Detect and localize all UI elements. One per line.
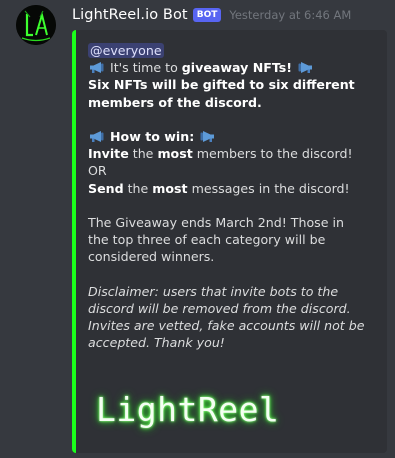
send-rest: messages in the discord! bbox=[187, 180, 350, 196]
embed-description: @everyone It's time to giveaway NFTs! Si… bbox=[88, 42, 378, 352]
giveaway-line: the top three of each category will be bbox=[88, 232, 326, 248]
disclaimer-line: Invites are vetted, fake accounts will n… bbox=[88, 318, 365, 334]
bot-avatar[interactable] bbox=[16, 5, 56, 45]
embed-accent-bar bbox=[72, 30, 76, 453]
invite-bold: Invite bbox=[88, 146, 129, 162]
gift-line-1: Six NFTs will be gifted to six different bbox=[88, 77, 355, 93]
invite-text: the bbox=[128, 146, 158, 162]
invite-line: Invite the most members to the discord! bbox=[88, 145, 378, 162]
disclaimer-line: accepted. Thank you! bbox=[88, 335, 225, 351]
giveaway-line: considered winners. bbox=[88, 249, 215, 265]
intro-text: It's time to bbox=[110, 60, 182, 76]
megaphone-icon bbox=[298, 62, 313, 74]
gift-line-2: members of the discord. bbox=[88, 94, 262, 110]
timestamp[interactable]: Yesterday at 6:46 AM bbox=[229, 8, 351, 22]
everyone-mention[interactable]: @everyone bbox=[88, 43, 164, 58]
or-line: OR bbox=[88, 163, 107, 179]
chat-message: LightReel.io Bot BOT Yesterday at 6:46 A… bbox=[0, 0, 395, 458]
avatar-logo-icon bbox=[16, 5, 56, 45]
megaphone-icon bbox=[90, 62, 104, 74]
embed: @everyone It's time to giveaway NFTs! Si… bbox=[72, 30, 387, 453]
message-header: LightReel.io Bot BOT Yesterday at 6:46 A… bbox=[72, 4, 351, 26]
how-to-win-heading: How to win: bbox=[110, 129, 195, 144]
invite-most: most bbox=[157, 146, 193, 162]
invite-rest: members to the discord! bbox=[192, 146, 353, 162]
send-bold: Send bbox=[88, 180, 124, 196]
lightreel-logo[interactable]: LightReel bbox=[96, 390, 279, 429]
bot-badge: BOT bbox=[192, 8, 222, 22]
disclaimer-line: Disclaimer: users that invite bots to th… bbox=[88, 283, 339, 299]
send-line: Send the most messages in the discord! bbox=[88, 180, 378, 197]
giveaway-line: The Giveaway ends March 2nd! Those in bbox=[88, 215, 344, 230]
send-text: the bbox=[123, 180, 153, 196]
megaphone-icon bbox=[200, 131, 215, 142]
intro-bold: giveaway NFTs! bbox=[181, 60, 293, 76]
disclaimer-line: discord will be removed from the discord… bbox=[88, 301, 351, 316]
megaphone-icon bbox=[90, 131, 104, 142]
send-most: most bbox=[152, 180, 188, 196]
username[interactable]: LightReel.io Bot bbox=[72, 7, 188, 23]
